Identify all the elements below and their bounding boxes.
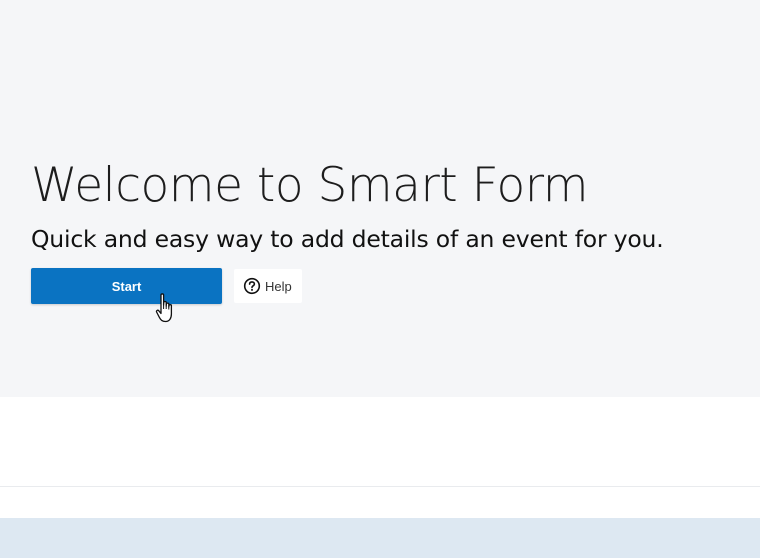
question-circle-icon [243, 277, 261, 295]
start-button[interactable]: Start [31, 268, 222, 304]
hand-pointer-cursor-icon [154, 291, 178, 325]
section-divider [0, 486, 760, 487]
page-title: Welcome to Smart Form [31, 158, 589, 213]
bottom-band [0, 518, 760, 558]
help-button[interactable]: Help [234, 269, 302, 303]
help-button-label: Help [265, 278, 292, 294]
welcome-hero: Welcome to Smart Form Quick and easy way… [0, 0, 760, 397]
page-subtitle: Quick and easy way to add details of an … [31, 225, 664, 253]
start-button-label: Start [111, 278, 142, 294]
